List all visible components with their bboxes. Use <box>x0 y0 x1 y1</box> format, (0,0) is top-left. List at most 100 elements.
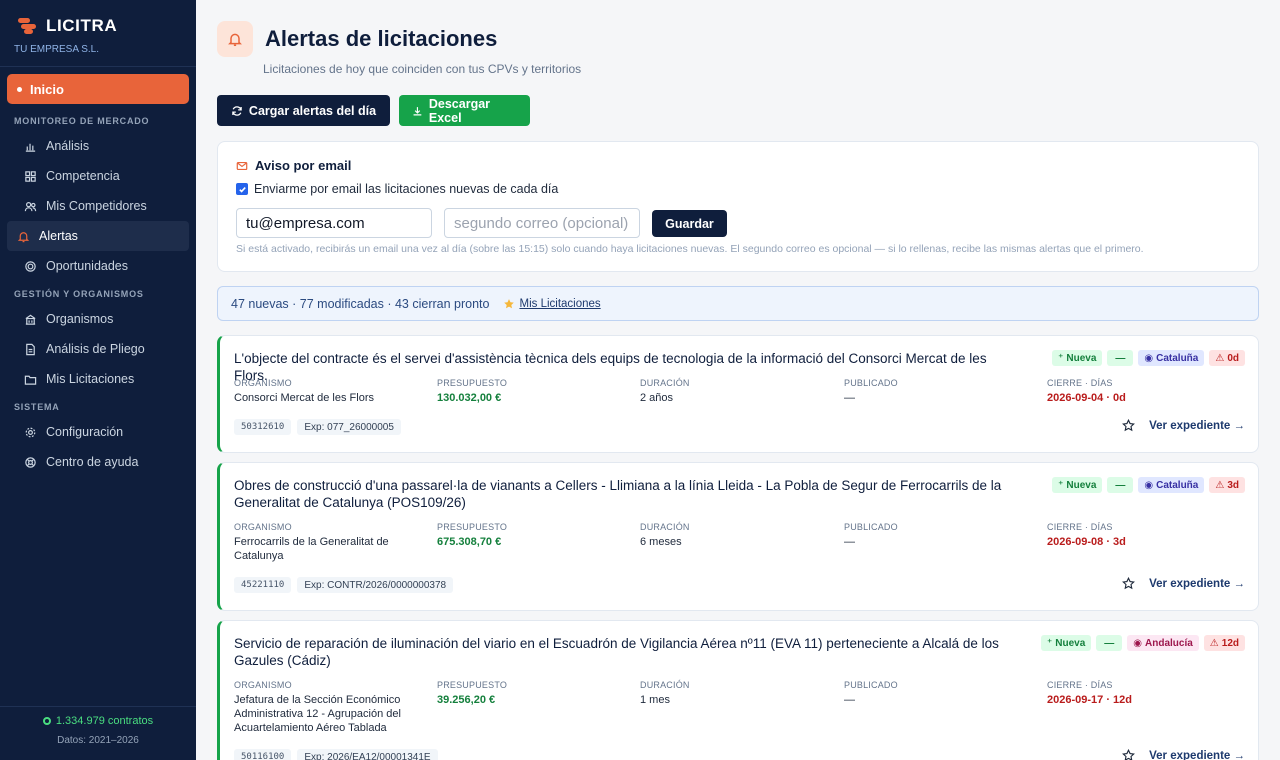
nav-item-label: Mis Licitaciones <box>46 372 135 386</box>
nav-item-organismos[interactable]: Organismos <box>7 304 189 334</box>
save-button[interactable]: Guardar <box>652 210 727 237</box>
cierre-label: CIERRE · DÍAS <box>1047 522 1113 532</box>
cierre-value: 2026-09-04 · 0d <box>1047 392 1126 404</box>
nav-item-alertas[interactable]: Alertas <box>7 221 189 251</box>
nav-item-label: Análisis de Pliego <box>46 342 145 356</box>
load-alerts-button[interactable]: Cargar alertas del día <box>217 95 390 126</box>
organismo-label: ORGANISMO <box>234 522 292 532</box>
publicado-value: — <box>844 694 855 706</box>
email-alert-card: Aviso por email Enviarme por email las l… <box>217 141 1259 272</box>
presupuesto-label: PRESUPUESTO <box>437 522 508 532</box>
star-outline-icon[interactable] <box>1122 419 1136 432</box>
nav-item-analisis[interactable]: Análisis <box>7 131 189 161</box>
bell-icon <box>217 21 253 57</box>
days-badge-label: 12d <box>1221 637 1239 649</box>
contracts-count-text: 1.334.979 contratos <box>55 715 154 727</box>
nav-item-label: Inicio <box>30 81 64 97</box>
grid-icon <box>25 170 36 182</box>
email-opt-in[interactable]: Enviarme por email las licitaciones nuev… <box>236 182 558 196</box>
star-outline-icon[interactable] <box>1122 577 1136 590</box>
nav-item-mis-competidores[interactable]: Mis Competidores <box>7 191 189 221</box>
status-badge: — <box>1096 635 1123 651</box>
mis-licitaciones-link[interactable]: Mis Licitaciones <box>503 298 601 310</box>
data-years: Datos: 2021–2026 <box>57 735 139 746</box>
status-badge: — <box>1107 477 1134 493</box>
brand[interactable]: LICITRA <box>0 0 196 35</box>
users-icon <box>24 201 37 211</box>
nav-item-oportunidades[interactable]: Oportunidades <box>7 251 189 281</box>
refresh-icon <box>232 105 242 116</box>
alerts-summary: 47 nuevas · 77 modificadas · 43 cierran … <box>217 286 1259 321</box>
contracts-count: 1.334.979 contratos <box>0 715 196 727</box>
action-bar: Cargar alertas del día Descargar Excel <box>217 95 530 126</box>
nav-item-centro-ayuda[interactable]: Centro de ayuda <box>7 447 189 477</box>
nav-item-label: Competencia <box>46 169 120 183</box>
region-badge: ◉ Andalucía <box>1127 635 1199 651</box>
star-outline-icon[interactable] <box>1122 749 1136 760</box>
warning-icon: ⚠ <box>1215 352 1225 364</box>
cpv-chip: 45221110 <box>234 577 292 593</box>
new-badge-label: Nueva <box>1066 479 1097 491</box>
cierre-value: 2026-09-17 · 12d <box>1047 694 1132 706</box>
tender-chips: 50312610 Exp: 077_26000005 <box>234 419 401 435</box>
publicado-value: — <box>844 392 855 404</box>
expediente-chip: Exp: 077_26000005 <box>297 419 401 435</box>
nav-item-competencia[interactable]: Competencia <box>7 161 189 191</box>
nav-item-label: Centro de ayuda <box>46 455 139 469</box>
cierre-label: CIERRE · DÍAS <box>1047 680 1113 690</box>
warning-icon: ⚠ <box>1215 479 1225 491</box>
bar-chart-icon <box>25 143 36 152</box>
nav-item-label: Mis Competidores <box>46 199 147 213</box>
download-excel-button[interactable]: Descargar Excel <box>399 95 530 126</box>
logo-icon <box>18 17 36 34</box>
email-field[interactable]: tu@empresa.com <box>236 208 432 238</box>
tender-card[interactable]: Obres de construcció d'una passarel·la d… <box>217 462 1259 611</box>
tender-title[interactable]: Obres de construcció d'una passarel·la d… <box>234 477 1024 511</box>
tender-chips: 45221110 Exp: CONTR/2026/0000000378 <box>234 577 454 593</box>
email-checkbox[interactable] <box>236 183 248 195</box>
organismo-label: ORGANISMO <box>234 378 292 388</box>
cpv-chip: 50312610 <box>234 419 292 435</box>
duracion-value: 1 mes <box>640 694 670 706</box>
tender-badges: ⁺ Nueva — ◉ Cataluña ⚠ 3d <box>1052 477 1245 493</box>
email-help-text: Si está activado, recibirás un email una… <box>236 243 1144 255</box>
publicado-label: PUBLICADO <box>844 378 898 388</box>
ver-expediente-link[interactable]: Ver expediente → <box>1149 578 1245 590</box>
expediente-chip: Exp: 2026/EA12/00001341E <box>297 749 438 760</box>
folder-icon <box>24 375 37 385</box>
tender-card[interactable]: L'objecte del contracte és el servei d'a… <box>217 335 1259 453</box>
nav-item-analisis-pliego[interactable]: Análisis de Pliego <box>7 334 189 364</box>
help-icon <box>25 456 36 468</box>
page-title: Alertas de licitaciones <box>265 26 498 51</box>
dot-icon <box>17 86 22 92</box>
tender-title[interactable]: Servicio de reparación de iluminación de… <box>234 635 1024 669</box>
expediente-chip: Exp: CONTR/2026/0000000378 <box>297 577 454 593</box>
status-dot-icon <box>42 717 51 725</box>
divider <box>0 66 196 67</box>
days-badge-label: 3d <box>1227 479 1239 491</box>
ver-expediente-link[interactable]: Ver expediente → <box>1149 750 1245 760</box>
nav-item-label: Organismos <box>46 312 114 326</box>
nav-section-title: SISTEMA <box>14 402 60 412</box>
second-email-field[interactable]: segundo correo (opcional) <box>444 208 640 238</box>
sparkle-icon: ⁺ <box>1058 352 1064 364</box>
page-subtitle: Licitaciones de hoy que coinciden con tu… <box>263 62 582 76</box>
nav-item-inicio[interactable]: Inicio <box>7 74 189 104</box>
status-badge: — <box>1107 350 1134 366</box>
tender-title[interactable]: L'objecte del contracte és el servei d'a… <box>234 350 1024 384</box>
sidebar: LICITRA TU EMPRESA S.L. Inicio MONITOREO… <box>0 0 196 760</box>
tender-badges: ⁺ Nueva — ◉ Cataluña ⚠ 0d <box>1052 350 1245 366</box>
tender-card[interactable]: Servicio de reparación de iluminación de… <box>217 620 1259 760</box>
cpv-chip: 50116100 <box>234 749 292 760</box>
nav-item-configuracion[interactable]: Configuración <box>7 417 189 447</box>
nav-item-mis-licitaciones[interactable]: Mis Licitaciones <box>7 364 189 394</box>
new-badge-label: Nueva <box>1066 352 1097 364</box>
organismo-value: Jefatura de la Sección Económico Adminis… <box>234 694 401 734</box>
warning-icon: ⚠ <box>1209 637 1219 649</box>
publicado-value: — <box>844 536 855 548</box>
ver-expediente-link[interactable]: Ver expediente → <box>1149 420 1245 432</box>
nav-item-label: Oportunidades <box>46 259 129 273</box>
nav-item-label: Configuración <box>46 425 124 439</box>
new-badge: ⁺ Nueva <box>1052 477 1103 493</box>
presupuesto-label: PRESUPUESTO <box>437 680 508 690</box>
